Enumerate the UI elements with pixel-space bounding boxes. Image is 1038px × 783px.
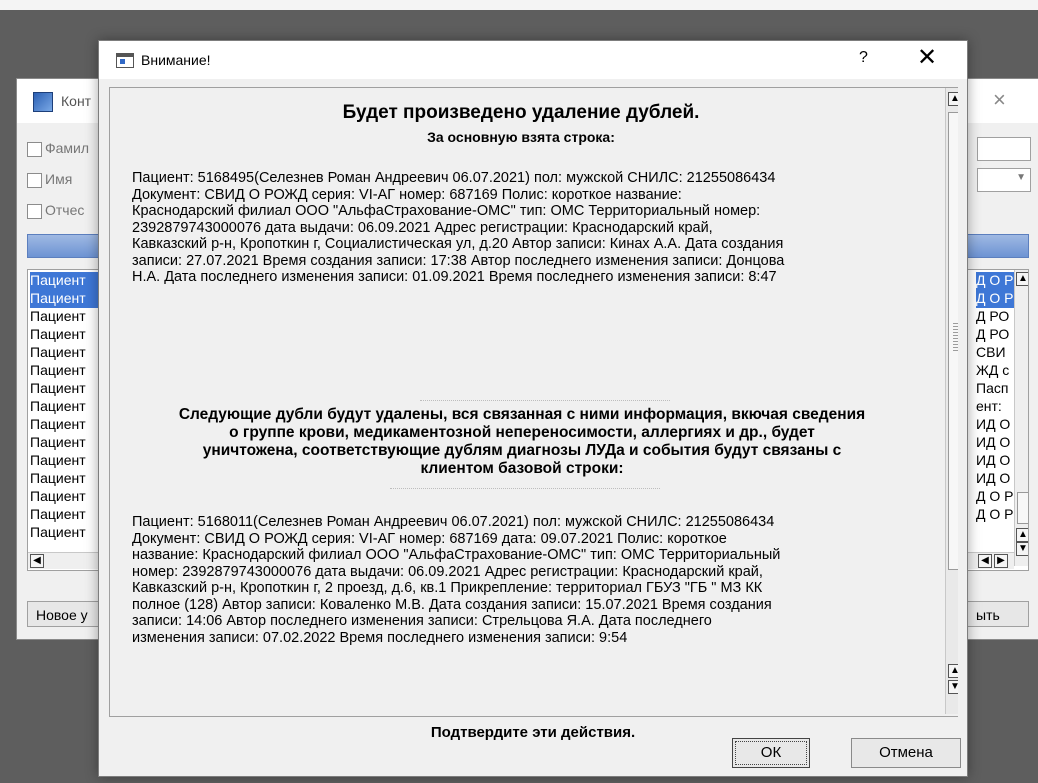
patronymic-checkbox[interactable]	[27, 204, 42, 219]
message-text-area: Будет произведено удаление дублей. За ос…	[110, 88, 932, 716]
background-close-icon[interactable]: ×	[993, 87, 1006, 113]
window-icon	[116, 53, 134, 68]
ok-button[interactable]: ОК	[732, 738, 810, 768]
list-item[interactable]: Пациент	[30, 362, 86, 380]
scroll-up-icon[interactable]: ▲	[1016, 272, 1028, 286]
list-item[interactable]: Пациент	[30, 506, 86, 524]
confirm-prompt: Подтвердите эти действия.	[430, 724, 636, 741]
duplicate-record-text: Пациент: 5168011(Селезнев Роман Андрееви…	[132, 514, 781, 646]
warning-dialog: Внимание! ? ✕ Будет произведено удаление…	[98, 40, 968, 777]
separator	[420, 400, 670, 402]
grip-icon	[953, 323, 958, 353]
app-icon	[33, 92, 53, 112]
list-item-tail: Пасп	[976, 380, 1009, 396]
list-item-tail: Д О Р	[976, 272, 1016, 290]
surname-label: Фамил	[45, 140, 90, 156]
surname-checkbox[interactable]	[27, 142, 42, 157]
list-item-tail: ент:	[976, 398, 1002, 414]
name-checkbox[interactable]	[27, 173, 42, 188]
list-item-tail: Д О Р	[976, 488, 1014, 504]
main-record-caption: За основную взята строка:	[427, 129, 615, 145]
close-icon[interactable]: ✕	[917, 43, 937, 72]
help-icon[interactable]: ?	[859, 49, 868, 67]
list-item[interactable]: Пациент	[30, 524, 86, 542]
list-item[interactable]: Пациент	[30, 488, 86, 506]
list-item-tail: Д РО	[976, 308, 1010, 324]
scroll-down-icon[interactable]: ▼	[1016, 542, 1028, 556]
cancel-button[interactable]: Отмена	[851, 738, 961, 768]
list-item-tail: Д РО	[976, 326, 1010, 342]
scroll-thumb[interactable]	[1017, 492, 1028, 524]
chevron-down-icon: ▼	[1016, 172, 1026, 183]
list-item[interactable]: Пациент	[30, 470, 86, 488]
main-record-text: Пациент: 5168495(Селезнев Роман Андрееви…	[132, 170, 785, 285]
list-vertical-scrollbar[interactable]: ▲ ▲ ▼	[1014, 270, 1028, 566]
list-item[interactable]: Пациент	[30, 398, 86, 416]
dialog-titlebar: Внимание! ? ✕	[99, 41, 967, 79]
separator	[390, 488, 660, 490]
list-item[interactable]: Пациент	[30, 380, 86, 398]
scroll-left-icon[interactable]: ◀	[30, 554, 44, 568]
list-item-tail: ЖД с	[976, 362, 1010, 378]
list-item-tail: ИД О	[976, 470, 1011, 486]
list-item[interactable]: Пациент	[30, 326, 86, 344]
dialog-heading: Будет произведено удаление дублей.	[342, 102, 700, 123]
message-area: Будет произведено удаление дублей. За ос…	[109, 87, 958, 717]
background-window-title: Конт	[61, 93, 92, 109]
list-item-tail: ИД О	[976, 434, 1011, 450]
scroll-down-icon[interactable]: ▼	[948, 680, 958, 694]
list-item-tail: ИД О	[976, 452, 1011, 468]
dialog-title: Внимание!	[141, 52, 211, 68]
message-scrollbar[interactable]: ▲ ▲ ▼	[945, 88, 958, 714]
list-item[interactable]: Пациент	[30, 452, 86, 470]
scroll-up-icon[interactable]: ▲	[1016, 528, 1028, 542]
name-label: Имя	[45, 171, 73, 187]
scroll-thumb[interactable]	[948, 112, 958, 570]
list-item[interactable]: Пациент	[30, 416, 86, 434]
scroll-up-icon[interactable]: ▲	[948, 664, 958, 678]
list-item-tail: Д О Р	[976, 290, 1016, 308]
scroll-left-icon[interactable]: ◀	[978, 554, 992, 568]
name-combo[interactable]: ▼	[977, 168, 1031, 192]
scroll-right-icon[interactable]: ▶	[994, 554, 1008, 568]
list-item-tail: ИД О	[976, 416, 1011, 432]
list-item[interactable]: Пациент	[30, 344, 86, 362]
list-item-tail: СВИ	[976, 344, 1006, 360]
patronymic-label: Отчес	[45, 202, 85, 218]
list-item-tail: Д О Р	[976, 506, 1014, 522]
duplicates-warning: Следующие дубли будут удалены, вся связа…	[178, 406, 866, 477]
screen-top-strip	[0, 0, 1038, 10]
surname-input[interactable]	[977, 137, 1031, 161]
list-item[interactable]: Пациент	[30, 308, 86, 326]
list-item[interactable]: Пациент	[30, 434, 86, 452]
scroll-up-icon[interactable]: ▲	[948, 92, 958, 106]
